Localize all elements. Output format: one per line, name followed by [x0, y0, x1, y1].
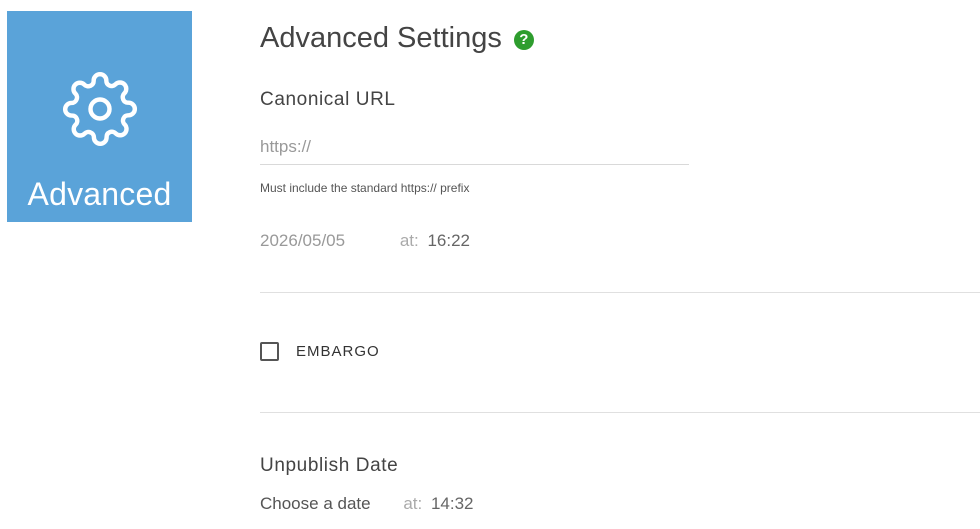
gear-icon — [62, 71, 138, 147]
publish-at-label: at: — [399, 231, 419, 250]
advanced-tab-label: Advanced — [27, 176, 172, 212]
publish-date-field[interactable]: 2026/05/05 — [260, 231, 345, 250]
unpublish-date-label: Unpublish Date — [260, 455, 399, 476]
unpublish-time-field[interactable]: 14:32 — [431, 494, 474, 513]
advanced-tab[interactable]: Advanced — [7, 11, 192, 222]
embargo-label: EMBARGO — [296, 343, 380, 360]
publish-datetime: 2026/05/05 at: 16:22 — [260, 231, 470, 251]
page-title: Advanced Settings ? — [260, 22, 534, 55]
canonical-url-label: Canonical URL — [260, 89, 396, 110]
unpublish-datetime: Choose a date at: 14:32 — [260, 494, 474, 514]
embargo-checkbox[interactable] — [260, 342, 279, 361]
unpublish-at-label: at: — [403, 494, 423, 513]
help-icon[interactable]: ? — [513, 29, 534, 50]
canonical-url-input[interactable] — [260, 130, 689, 165]
page-title-text: Advanced Settings — [260, 22, 502, 54]
divider — [260, 412, 980, 413]
publish-time-field[interactable]: 16:22 — [427, 231, 470, 250]
canonical-url-hint: Must include the standard https:// prefi… — [260, 181, 470, 195]
divider — [260, 292, 980, 293]
embargo-option[interactable]: EMBARGO — [260, 342, 380, 361]
unpublish-date-field[interactable]: Choose a date — [260, 494, 371, 513]
